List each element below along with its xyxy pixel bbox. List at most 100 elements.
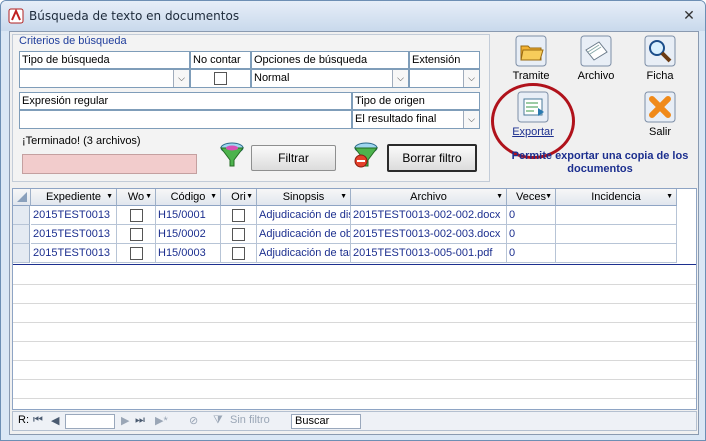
cell-sinopsis[interactable]: Adjudicación de tar xyxy=(257,244,351,263)
col-sinopsis[interactable]: Sinopsis ▼ xyxy=(257,189,351,206)
window-title: Búsqueda de texto en documentos xyxy=(29,9,240,23)
grid-corner[interactable] xyxy=(13,189,31,206)
opciones-select[interactable]: Normal ⌵ xyxy=(251,69,409,88)
table-row[interactable]: 2015TEST0013 H15/0002 Adjudicación de ob… xyxy=(13,225,696,244)
origen-select[interactable]: El resultado final ⌵ xyxy=(352,110,480,129)
ori-checkbox[interactable] xyxy=(232,209,245,222)
no-filter-label[interactable]: Sin filtro xyxy=(230,414,270,426)
col-archivo[interactable]: Archivo ▼ xyxy=(351,189,507,206)
cell-archivo[interactable]: 2015TEST0013-002-003.docx xyxy=(351,225,507,244)
col-veces[interactable]: Veces ▼ xyxy=(507,189,556,206)
cell-sinopsis[interactable]: Adjudicación de dis xyxy=(257,206,351,225)
row-selector[interactable] xyxy=(13,206,30,225)
record-number-input[interactable] xyxy=(65,414,115,429)
col-expediente[interactable]: Expediente ▼ xyxy=(31,189,117,206)
table-row[interactable]: 2015TEST0013 H15/0001 Adjudicación de di… xyxy=(13,206,696,225)
chevron-down-icon[interactable]: ⌵ xyxy=(173,70,189,87)
row-divider xyxy=(13,341,696,342)
no-contar-label: No contar xyxy=(190,51,251,69)
cell-ori[interactable] xyxy=(221,206,257,225)
chevron-down-icon: ▼ xyxy=(106,193,113,200)
cell-incidencia[interactable] xyxy=(556,206,677,225)
col-codigo[interactable]: Código ▼ xyxy=(156,189,221,206)
wo-checkbox[interactable] xyxy=(130,209,143,222)
chevron-down-icon[interactable]: ⌵ xyxy=(463,111,479,128)
wo-checkbox[interactable] xyxy=(130,228,143,241)
cell-expediente[interactable]: 2015TEST0013 xyxy=(31,225,117,244)
no-contar-checkbox[interactable] xyxy=(214,72,227,85)
archivo-label: Archivo xyxy=(577,70,615,82)
row-divider xyxy=(13,379,696,380)
col-incidencia[interactable]: Incidencia ▼ xyxy=(556,189,677,206)
filter-off-icon[interactable]: ⧩ xyxy=(213,414,223,427)
clear-filter-icon[interactable] xyxy=(353,140,379,168)
expresion-input[interactable] xyxy=(19,110,352,129)
magnifier-icon xyxy=(644,35,676,67)
expresion-label: Expresión regular xyxy=(19,92,352,110)
cell-veces[interactable]: 0 xyxy=(507,225,556,244)
first-record-icon[interactable]: ⏮ xyxy=(33,414,43,427)
origen-label: Tipo de origen xyxy=(352,92,480,110)
client-area: Criterios de búsqueda Tipo de búsqueda ⌵… xyxy=(9,31,699,435)
cell-wo[interactable] xyxy=(117,206,156,225)
last-record-icon[interactable]: ⏭ xyxy=(135,414,145,427)
cell-veces[interactable]: 0 xyxy=(507,244,556,263)
chevron-down-icon: ▼ xyxy=(210,193,217,200)
filtrar-button[interactable]: Filtrar xyxy=(251,145,336,171)
tramite-label: Tramite xyxy=(512,70,550,82)
cell-incidencia[interactable] xyxy=(556,225,677,244)
cell-expediente[interactable]: 2015TEST0013 xyxy=(31,206,117,225)
tipo-busqueda-select[interactable]: ⌵ xyxy=(19,69,190,88)
extension-select[interactable]: ⌵ xyxy=(409,69,480,88)
exit-icon xyxy=(644,91,676,123)
record-label: R: xyxy=(18,414,29,426)
cell-archivo[interactable]: 2015TEST0013-002-002.docx xyxy=(351,206,507,225)
cell-ori[interactable] xyxy=(221,244,257,263)
wo-checkbox[interactable] xyxy=(130,247,143,260)
salir-button[interactable]: Salir xyxy=(634,90,686,138)
archivo-button[interactable]: Archivo xyxy=(570,34,622,82)
chevron-down-icon: ▼ xyxy=(545,193,552,200)
chevron-down-icon[interactable]: ⌵ xyxy=(392,70,408,87)
ficha-button[interactable]: Ficha xyxy=(634,34,686,82)
funnel-filter-icon[interactable] xyxy=(219,140,245,168)
row-selector[interactable] xyxy=(13,225,30,244)
tipo-busqueda-label: Tipo de búsqueda xyxy=(19,51,190,69)
new-record-icon[interactable]: ▶* xyxy=(155,414,168,427)
chevron-down-icon[interactable]: ⌵ xyxy=(463,70,479,87)
export-tooltip: Permite exportar una copia de los docume… xyxy=(511,150,689,175)
cell-expediente[interactable]: 2015TEST0013 xyxy=(31,244,117,263)
cell-wo[interactable] xyxy=(117,225,156,244)
col-wo[interactable]: Wo ▼ xyxy=(117,189,156,206)
previous-record-icon[interactable]: ◀ xyxy=(51,414,59,427)
cell-ori[interactable] xyxy=(221,225,257,244)
cell-sinopsis[interactable]: Adjudicación de ob xyxy=(257,225,351,244)
cell-incidencia[interactable] xyxy=(556,244,677,263)
cell-veces[interactable]: 0 xyxy=(507,206,556,225)
cell-codigo[interactable]: H15/0003 xyxy=(156,244,221,263)
search-input[interactable]: Buscar xyxy=(291,414,361,429)
table-row[interactable]: 2015TEST0013 H15/0003 Adjudicación de ta… xyxy=(13,244,696,263)
delete-record-icon[interactable]: ⊘ xyxy=(189,414,198,427)
borrar-filtro-button[interactable]: Borrar filtro xyxy=(387,144,477,172)
ori-checkbox[interactable] xyxy=(232,247,245,260)
row-divider xyxy=(13,398,696,399)
opciones-label: Opciones de búsqueda xyxy=(251,51,409,69)
ori-checkbox[interactable] xyxy=(232,228,245,241)
cell-codigo[interactable]: H15/0002 xyxy=(156,225,221,244)
col-ori[interactable]: Ori ▼ xyxy=(221,189,257,206)
close-icon[interactable]: ✕ xyxy=(679,6,699,26)
no-contar-cell xyxy=(190,69,251,88)
row-divider xyxy=(13,303,696,304)
ficha-label: Ficha xyxy=(646,70,674,82)
row-selector[interactable] xyxy=(13,244,30,263)
cell-wo[interactable] xyxy=(117,244,156,263)
tramite-button[interactable]: Tramite xyxy=(505,34,557,82)
title-bar: Búsqueda de texto en documentos ✕ xyxy=(1,1,705,31)
cell-codigo[interactable]: H15/0001 xyxy=(156,206,221,225)
cell-archivo[interactable]: 2015TEST0013-005-001.pdf xyxy=(351,244,507,263)
row-divider xyxy=(13,322,696,323)
chevron-down-icon: ▼ xyxy=(246,193,253,200)
main-window: Búsqueda de texto en documentos ✕ Criter… xyxy=(0,0,706,441)
next-record-icon[interactable]: ▶ xyxy=(121,414,129,427)
